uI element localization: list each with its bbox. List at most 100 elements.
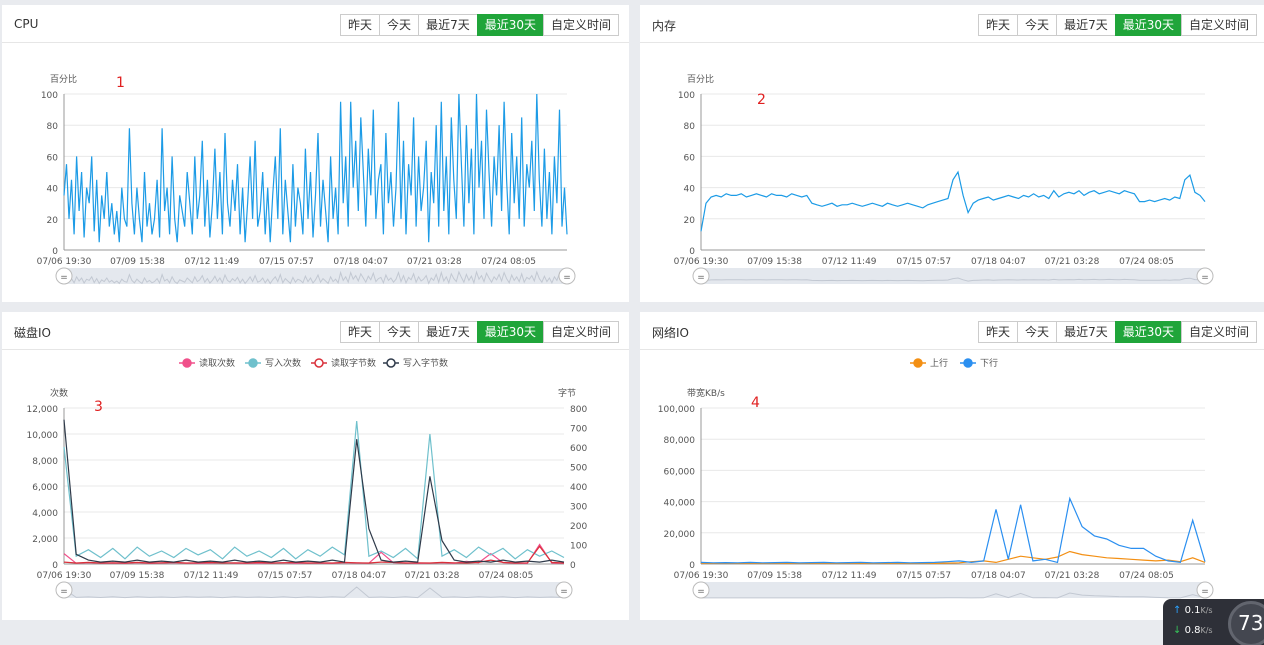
zoom-handle-grip-icon: = xyxy=(1201,273,1209,283)
legend-marker xyxy=(182,358,192,368)
range-button-1[interactable]: 今天 xyxy=(1017,321,1058,343)
zoom-handle-grip-icon: = xyxy=(697,273,705,283)
range-button-3[interactable]: 最近30天 xyxy=(1114,14,1182,36)
panel-mem: 内存 昨天 今天 最近7天 最近30天 自定义时间 0 20 40 60 80 100 百分比 2 07… xyxy=(640,5,1264,302)
range-button-3[interactable]: 最近30天 xyxy=(476,14,544,36)
range-button-group: 昨天 今天 最近7天 最近30天 自定义时间 xyxy=(978,14,1257,36)
x-tick-label: 07/09 15:38 xyxy=(110,257,165,267)
zoom-handle-grip-icon: = xyxy=(563,273,571,283)
y-right-axis-label: 字节 xyxy=(558,387,576,399)
legend-item[interactable]: 写入次数 xyxy=(265,357,301,369)
panel-disk: 磁盘IO 昨天 今天 最近7天 最近30天 自定义时间 0 2,000 4,000 6,000… xyxy=(2,312,629,620)
x-tick-label: 07/06 19:30 xyxy=(37,571,92,581)
x-tick-label: 07/06 19:30 xyxy=(37,257,92,267)
panel-title: 网络IO xyxy=(652,326,689,340)
x-tick-label: 07/15 07:57 xyxy=(258,571,313,581)
range-button-group: 昨天 今天 最近7天 最近30天 自定义时间 xyxy=(978,321,1257,343)
download-unit: K/s xyxy=(1200,626,1213,635)
network-speed-widget[interactable]: ↑ 0.1K/s ↓ 0.8K/s 73 xyxy=(1163,599,1264,645)
x-tick-label: 07/18 04:07 xyxy=(971,257,1026,267)
range-button-0[interactable]: 昨天 xyxy=(978,14,1019,36)
range-button-0[interactable]: 昨天 xyxy=(340,321,381,343)
y-tick-label: 80 xyxy=(684,122,696,132)
series-line-0 xyxy=(700,170,1206,232)
y-right-tick-label: 100 xyxy=(570,542,587,552)
y-tick-label: 80,000 xyxy=(664,436,696,446)
y-axis-label: 百分比 xyxy=(50,73,77,85)
upload-speed: ↑ 0.1K/s xyxy=(1173,605,1213,616)
range-button-1[interactable]: 今天 xyxy=(379,14,420,36)
range-button-4[interactable]: 自定义时间 xyxy=(542,14,619,36)
x-tick-label: 07/24 08:05 xyxy=(479,571,534,581)
y-tick-label: 60,000 xyxy=(664,467,696,477)
network-io-chart: 0 20,000 40,000 60,000 80,000 100,000 带宽KB/s 4 0… xyxy=(658,357,1214,599)
y-right-tick-label: 400 xyxy=(570,483,587,493)
y-tick-label: 0 xyxy=(52,247,58,257)
panel-header: 磁盘IO 昨天 今天 最近7天 最近30天 自定义时间 xyxy=(2,312,629,350)
y-tick-label: 100,000 xyxy=(658,405,695,415)
x-tick-label: 07/21 03:28 xyxy=(1045,571,1100,581)
x-tick-label: 07/09 15:38 xyxy=(747,571,802,581)
legend-marker xyxy=(913,358,923,368)
zoom-handle-grip-icon: = xyxy=(1201,587,1209,597)
x-tick-label: 07/06 19:30 xyxy=(674,571,729,581)
legend-item[interactable]: 上行 xyxy=(930,357,948,369)
range-button-1[interactable]: 今天 xyxy=(1017,14,1058,36)
zoom-handle-grip-icon: = xyxy=(697,587,705,597)
x-tick-label: 07/12 11:49 xyxy=(184,571,239,581)
range-button-0[interactable]: 昨天 xyxy=(340,14,381,36)
upload-value: 0.1 xyxy=(1184,605,1201,616)
legend-item[interactable]: 写入字节数 xyxy=(403,357,448,369)
x-tick-label: 07/15 07:57 xyxy=(896,571,951,581)
range-button-4[interactable]: 自定义时间 xyxy=(1180,321,1257,343)
legend-marker xyxy=(963,358,973,368)
panel-title: 内存 xyxy=(652,19,677,33)
chart-number-marker: 2 xyxy=(757,92,766,108)
y-right-tick-label: 700 xyxy=(570,425,587,435)
legend-item[interactable]: 下行 xyxy=(980,357,998,369)
y-tick-label: 4,000 xyxy=(32,509,58,519)
upload-unit: K/s xyxy=(1200,606,1213,615)
gauge-value: 73 xyxy=(1238,611,1264,635)
legend-marker xyxy=(248,358,258,368)
y-tick-label: 60 xyxy=(684,153,696,163)
y-tick-label: 20 xyxy=(47,216,59,226)
range-button-2[interactable]: 最近7天 xyxy=(1056,321,1116,343)
range-button-4[interactable]: 自定义时间 xyxy=(542,321,619,343)
series-line-1 xyxy=(700,496,1206,564)
y-right-tick-label: 200 xyxy=(570,522,587,532)
x-tick-label: 07/09 15:38 xyxy=(110,571,165,581)
x-tick-label: 07/15 07:57 xyxy=(896,257,951,267)
range-button-1[interactable]: 今天 xyxy=(379,321,420,343)
arrow-down-icon: ↓ xyxy=(1173,625,1182,636)
range-button-2[interactable]: 最近7天 xyxy=(1056,14,1116,36)
y-tick-label: 40 xyxy=(47,185,59,195)
y-right-tick-label: 500 xyxy=(570,464,587,474)
y-tick-label: 10,000 xyxy=(27,431,59,441)
range-button-group: 昨天 今天 最近7天 最近30天 自定义时间 xyxy=(340,321,619,343)
range-button-2[interactable]: 最近7天 xyxy=(418,14,478,36)
download-speed: ↓ 0.8K/s xyxy=(1173,625,1213,636)
y-tick-label: 20 xyxy=(684,216,696,226)
zoom-slider-track xyxy=(701,582,1205,598)
y-tick-label: 2,000 xyxy=(32,535,58,545)
panel-title: 磁盘IO xyxy=(14,326,51,340)
range-button-3[interactable]: 最近30天 xyxy=(476,321,544,343)
zoom-slider-track xyxy=(64,582,564,598)
range-button-3[interactable]: 最近30天 xyxy=(1114,321,1182,343)
y-axis-label: 带宽KB/s xyxy=(687,387,725,399)
series-line-3 xyxy=(63,419,565,563)
range-button-0[interactable]: 昨天 xyxy=(978,321,1019,343)
memory-chart: 0 20 40 60 80 100 百分比 2 07/06 19:30 07/09 15:38 07… xyxy=(674,73,1214,285)
x-tick-label: 07/12 11:49 xyxy=(822,257,877,267)
usage-gauge: 73 xyxy=(1228,601,1264,645)
panel-header: CPU 昨天 今天 最近7天 最近30天 自定义时间 xyxy=(2,5,629,43)
x-tick-label: 07/24 08:05 xyxy=(1119,257,1174,267)
panel-header: 内存 昨天 今天 最近7天 最近30天 自定义时间 xyxy=(640,5,1264,43)
range-button-4[interactable]: 自定义时间 xyxy=(1180,14,1257,36)
range-button-2[interactable]: 最近7天 xyxy=(418,321,478,343)
legend-item[interactable]: 读取次数 xyxy=(199,357,235,369)
y-tick-label: 60 xyxy=(47,153,59,163)
x-tick-label: 07/21 03:28 xyxy=(407,257,462,267)
legend-item[interactable]: 读取字节数 xyxy=(331,357,376,369)
